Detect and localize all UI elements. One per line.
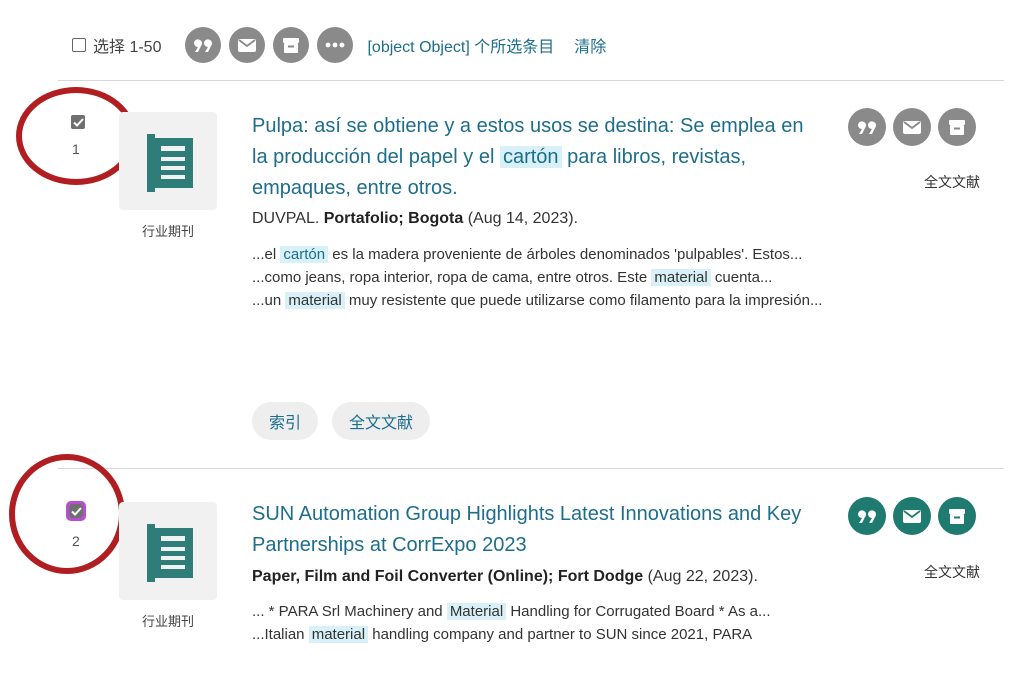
divider bbox=[58, 80, 1004, 81]
more-icon[interactable] bbox=[317, 27, 354, 63]
fulltext-indicator: 全文文献 bbox=[924, 564, 980, 580]
fulltext-indicator: 全文文献 bbox=[924, 174, 980, 190]
document-thumbnail[interactable] bbox=[119, 112, 217, 210]
cite-icon[interactable] bbox=[185, 27, 222, 63]
snippet: ... * PARA Srl Machinery and Material Ha… bbox=[252, 603, 771, 620]
record-actions bbox=[848, 108, 976, 146]
save-icon[interactable] bbox=[938, 497, 976, 535]
record-title-link[interactable]: SUN Automation Group Highlights Latest I… bbox=[252, 499, 822, 561]
record-source: Paper, Film and Foil Converter (Online);… bbox=[252, 568, 758, 585]
save-icon[interactable] bbox=[273, 27, 310, 63]
document-thumbnail[interactable] bbox=[119, 502, 217, 600]
snippet: ...un material muy resistente que puede … bbox=[252, 292, 823, 309]
index-button[interactable]: 索引 bbox=[252, 402, 319, 440]
divider bbox=[58, 468, 1004, 469]
snippet: ...Italian material handling company and… bbox=[252, 626, 753, 643]
results-toolbar: 选择 1-50 [object Object] 个所选条目 清除 bbox=[72, 27, 606, 63]
document-type-label: 行业期刊 bbox=[141, 614, 194, 629]
annotation-circle bbox=[16, 87, 136, 185]
record-actions bbox=[848, 497, 976, 535]
trade-journal-icon bbox=[147, 134, 193, 192]
email-icon[interactable] bbox=[893, 108, 931, 146]
selected-count-text: [object Object] 个所选条目 bbox=[367, 39, 555, 56]
email-icon[interactable] bbox=[893, 497, 931, 535]
select-all-checkbox[interactable] bbox=[72, 38, 86, 52]
save-icon[interactable] bbox=[938, 108, 976, 146]
email-icon[interactable] bbox=[229, 27, 266, 63]
cite-icon[interactable] bbox=[848, 108, 886, 146]
record-snippets: ...el cartón es la madera proveniente de… bbox=[252, 243, 842, 312]
document-type-label: 行业期刊 bbox=[141, 224, 194, 239]
select-all-control[interactable]: 选择 1-50 bbox=[72, 33, 161, 57]
snippet: ...el cartón es la madera proveniente de… bbox=[252, 246, 803, 263]
cite-icon[interactable] bbox=[848, 497, 886, 535]
select-all-label: 选择 1-50 bbox=[93, 39, 162, 56]
record-source: DUVPAL. Portafolio; Bogota (Aug 14, 2023… bbox=[252, 210, 579, 227]
snippet: ...como jeans, ropa interior, ropa de ca… bbox=[252, 269, 773, 286]
fulltext-button[interactable]: 全文文献 bbox=[332, 402, 431, 440]
annotation-circle bbox=[9, 454, 125, 574]
clear-selection-link[interactable]: 清除 bbox=[574, 33, 606, 57]
record-title-link[interactable]: Pulpa: así se obtiene y a estos usos se … bbox=[252, 111, 822, 204]
search-term-highlight: cartón bbox=[499, 146, 562, 168]
trade-journal-icon bbox=[147, 524, 193, 582]
record-snippets: ... * PARA Srl Machinery and Material Ha… bbox=[252, 600, 842, 646]
